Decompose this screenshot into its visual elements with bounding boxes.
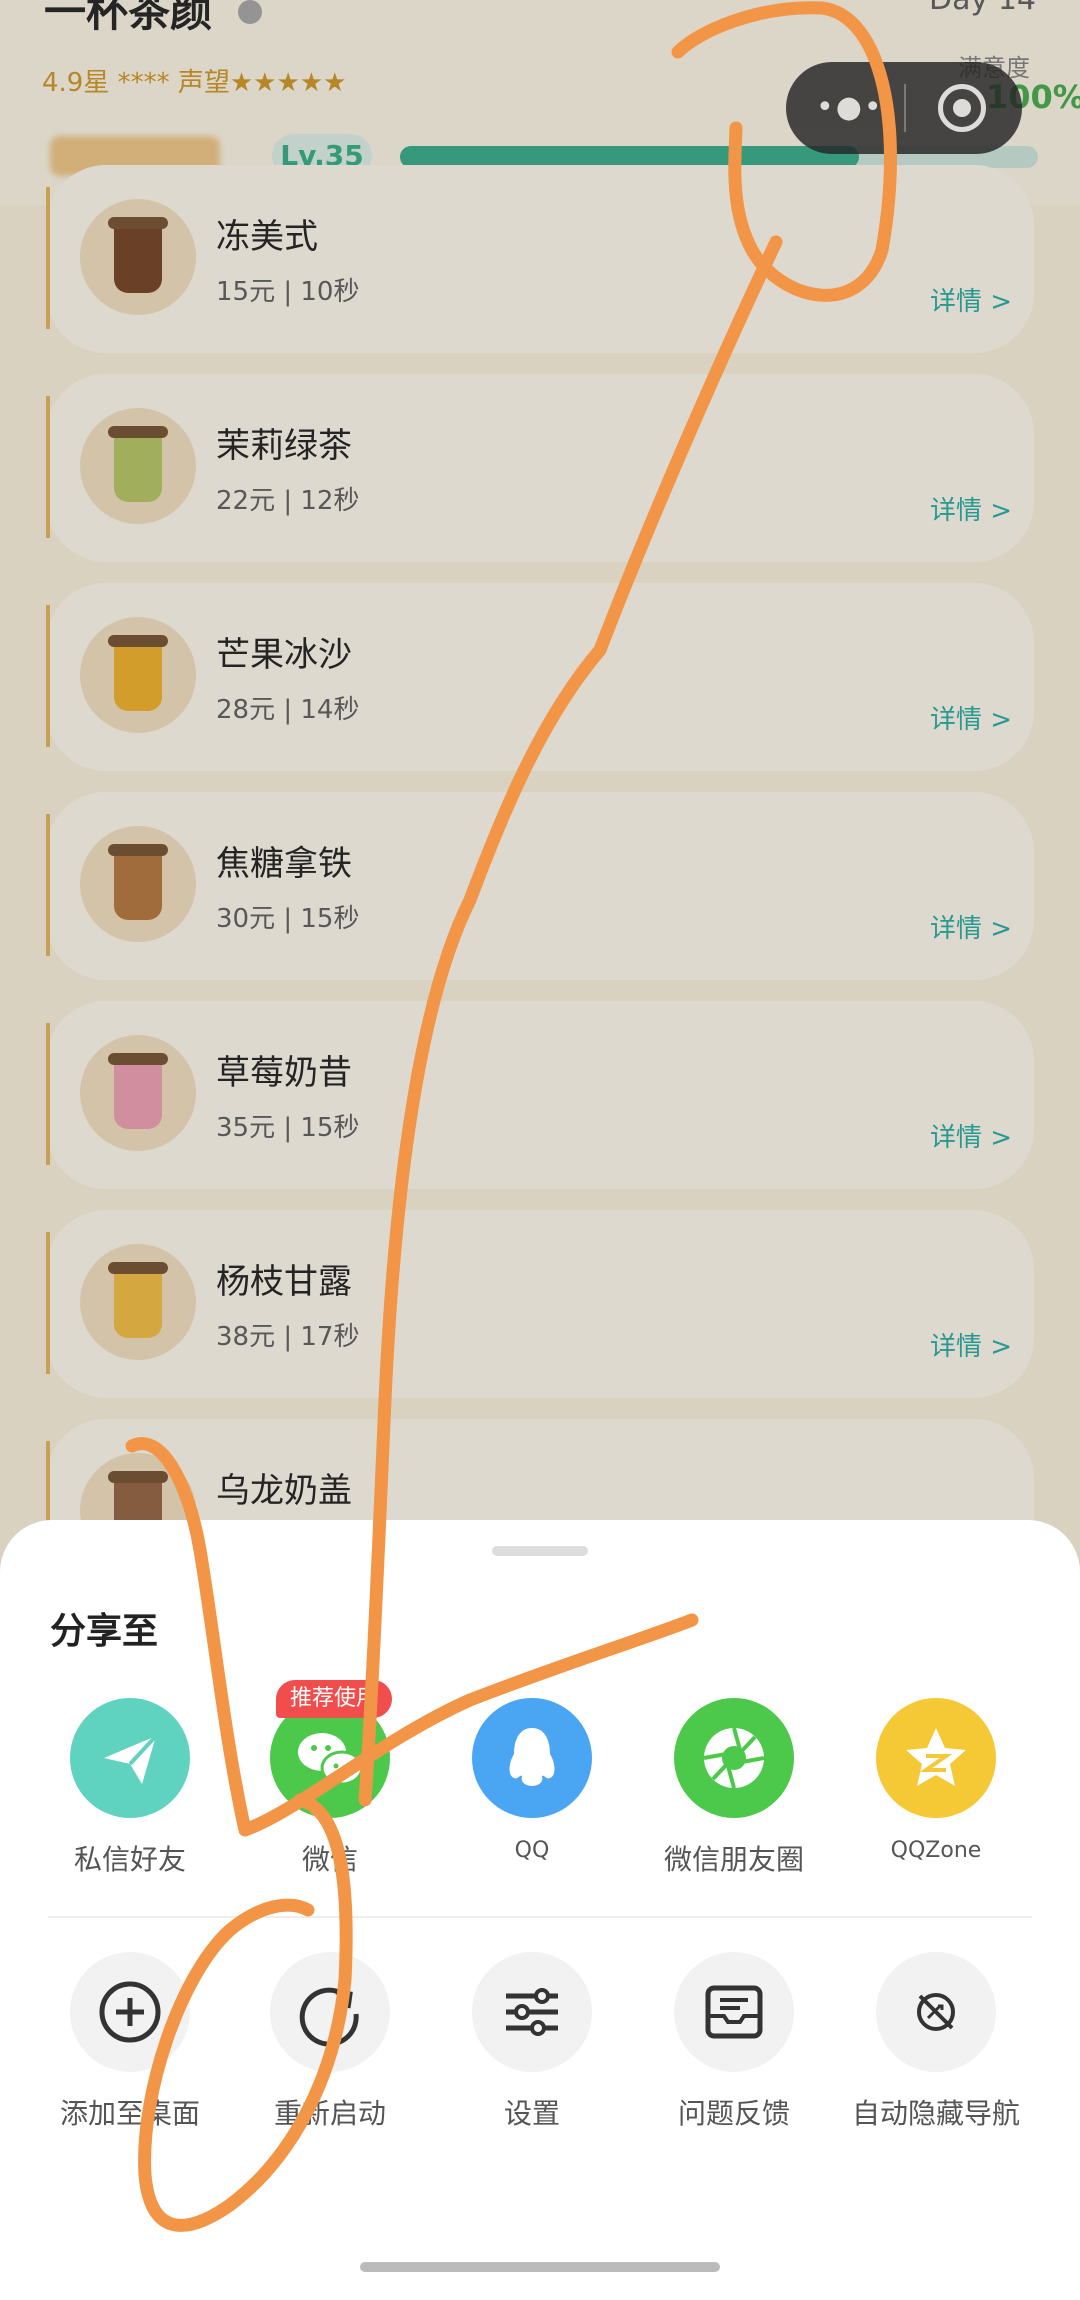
share-item-wechat[interactable]: 微信	[230, 1698, 430, 1898]
share-item-label: 私信好友	[73, 1843, 186, 1876]
share-item-label: 微信	[301, 1843, 358, 1876]
action-add-to-desktop[interactable]: 添加至桌面	[30, 1952, 230, 2152]
sheet-title: 分享至	[50, 1611, 159, 1652]
restart-icon	[270, 1952, 390, 2072]
home-indicator[interactable]	[360, 2262, 720, 2272]
qzone-star-icon	[876, 1698, 996, 1818]
sliders-icon	[472, 1952, 592, 2072]
share-item-label: QQ	[514, 1838, 550, 1863]
share-item-label: 微信朋友圈	[663, 1843, 804, 1876]
sheet-grabber[interactable]	[492, 1546, 588, 1556]
share-item-moments[interactable]: 微信朋友圈	[634, 1698, 834, 1898]
action-label: 自动隐藏导航	[851, 2097, 1020, 2130]
share-row: 私信好友 微信 QQ 微信朋友圈 QQZone	[0, 1698, 1080, 1898]
qq-penguin-icon	[472, 1698, 592, 1818]
moments-shutter-icon	[674, 1698, 794, 1818]
recommend-tag: 推荐使用	[276, 1680, 393, 1718]
add-circle-icon	[70, 1952, 190, 2072]
action-label: 添加至桌面	[59, 2097, 200, 2130]
share-item-private-message[interactable]: 私信好友	[30, 1698, 230, 1898]
share-item-qzone[interactable]: QQZone	[836, 1698, 1036, 1898]
feedback-tray-icon	[674, 1952, 794, 2072]
action-label: 问题反馈	[677, 2097, 790, 2130]
share-bottom-sheet: 分享至 私信好友 微信 QQ 微信朋友圈 QQZone 推荐使用 添加至桌面 重…	[0, 1520, 1080, 2300]
action-auto-hide-nav[interactable]: 自动隐藏导航	[836, 1952, 1036, 2152]
paper-plane-icon	[70, 1698, 190, 1818]
hide-navigation-icon	[876, 1952, 996, 2072]
sheet-separator	[48, 1916, 1032, 1918]
action-label: 重新启动	[273, 2097, 386, 2130]
action-restart[interactable]: 重新启动	[230, 1952, 430, 2152]
action-settings[interactable]: 设置	[432, 1952, 632, 2152]
share-item-qq[interactable]: QQ	[432, 1698, 632, 1898]
share-item-label: QQZone	[890, 1838, 982, 1863]
action-label: 设置	[503, 2097, 560, 2130]
action-feedback[interactable]: 问题反馈	[634, 1952, 834, 2152]
action-row: 添加至桌面 重新启动 设置 问题反馈 自动隐藏导航	[0, 1952, 1080, 2152]
